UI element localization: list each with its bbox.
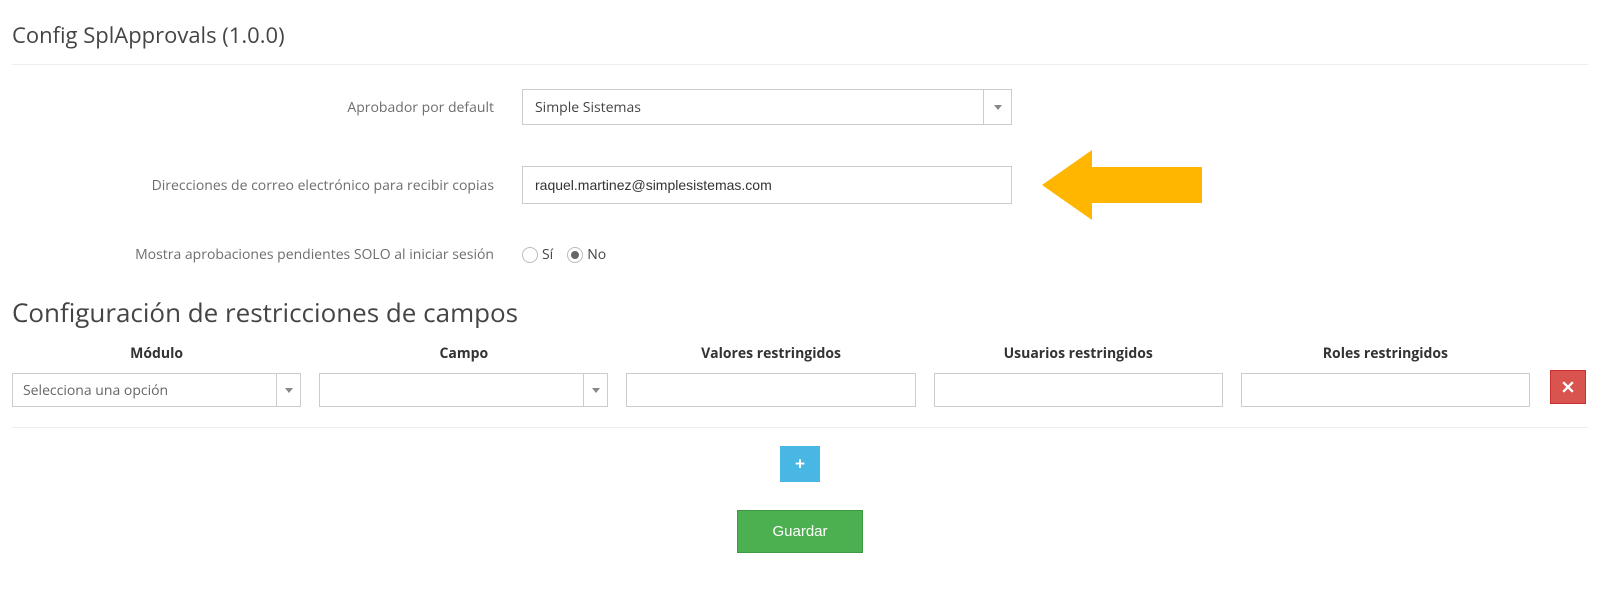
divider	[12, 64, 1588, 65]
default-approver-selected: Simple Sistemas	[535, 98, 641, 117]
save-button[interactable]: Guardar	[737, 510, 862, 553]
field-select[interactable]	[319, 373, 608, 407]
arrow-annotation-icon	[1042, 145, 1202, 225]
row-default-approver: Aprobador por default Simple Sistemas	[12, 89, 1588, 125]
plus-icon: +	[795, 452, 805, 476]
radio-icon	[567, 247, 583, 263]
header-module: Módulo	[12, 344, 301, 363]
add-row-button[interactable]: +	[780, 446, 820, 482]
radio-no-label: No	[587, 245, 606, 264]
radio-yes[interactable]: Sí	[522, 245, 553, 264]
chevron-down-icon	[983, 90, 1011, 124]
restricted-users-input[interactable]	[934, 373, 1223, 407]
copy-emails-input[interactable]	[522, 166, 1012, 204]
radio-icon	[522, 247, 538, 263]
header-restricted-users: Usuarios restringidos	[934, 344, 1223, 363]
radio-yes-label: Sí	[542, 245, 553, 264]
header-field: Campo	[319, 344, 608, 363]
row-copy-emails: Direcciones de correo electrónico para r…	[12, 145, 1588, 225]
page-title: Config SplApprovals (1.0.0)	[12, 20, 1588, 50]
module-select[interactable]: Selecciona una opción	[12, 373, 301, 407]
module-select-placeholder: Selecciona una opción	[23, 381, 168, 400]
restricted-roles-input[interactable]	[1241, 373, 1530, 407]
header-restricted-values: Valores restringidos	[626, 344, 915, 363]
default-approver-select[interactable]: Simple Sistemas	[522, 89, 1012, 125]
row-show-pending: Mostra aprobaciones pendientes SOLO al i…	[12, 245, 1588, 264]
label-show-pending: Mostra aprobaciones pendientes SOLO al i…	[12, 245, 522, 264]
chevron-down-icon	[276, 374, 300, 406]
delete-row-button[interactable]	[1550, 370, 1586, 404]
chevron-down-icon	[583, 374, 607, 406]
close-icon	[1562, 381, 1574, 393]
restricted-values-input[interactable]	[626, 373, 915, 407]
label-default-approver: Aprobador por default	[12, 98, 522, 117]
radio-no[interactable]: No	[567, 245, 606, 264]
restrictions-row: Módulo Selecciona una opción Campo Valor…	[12, 344, 1588, 428]
label-copy-emails: Direcciones de correo electrónico para r…	[12, 176, 522, 195]
header-restricted-roles: Roles restringidos	[1241, 344, 1530, 363]
restrictions-title: Configuración de restricciones de campos	[12, 294, 1588, 330]
